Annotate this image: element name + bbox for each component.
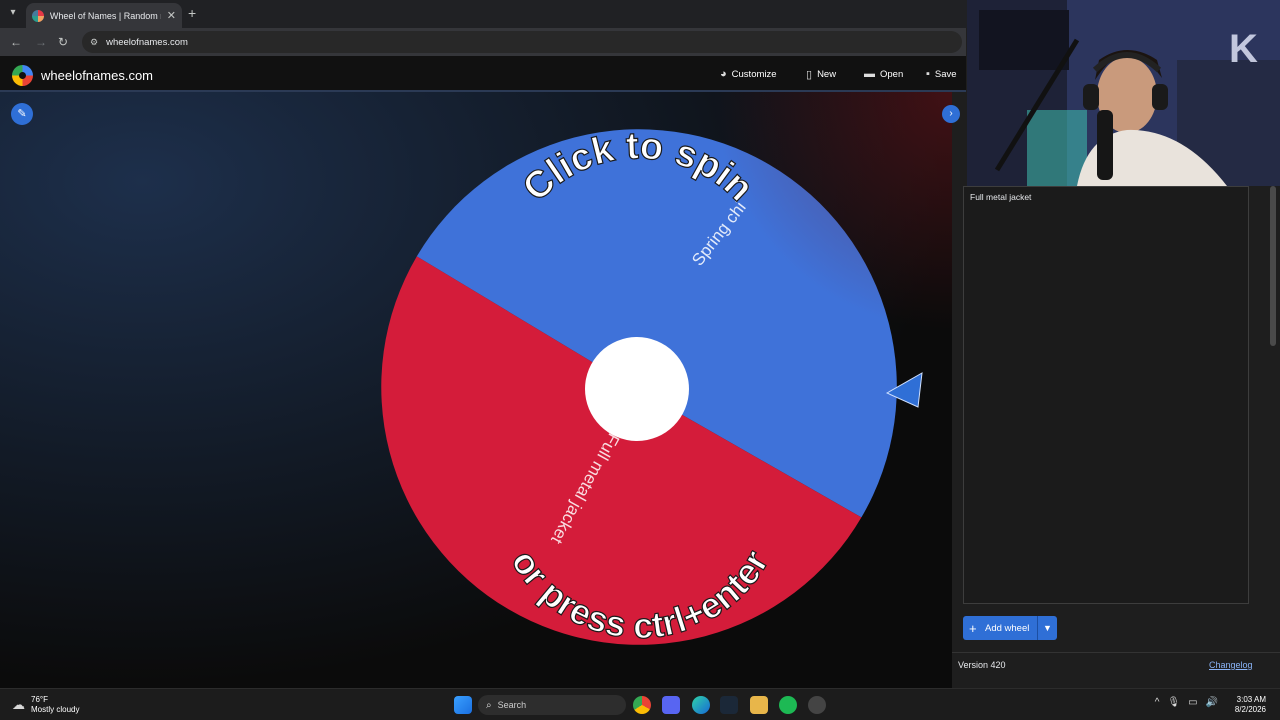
site-info-icon[interactable]: ⚙ <box>90 37 98 48</box>
wheel-logo-icon <box>12 65 33 86</box>
new-label: New <box>817 69 837 80</box>
steam-icon[interactable] <box>720 696 738 714</box>
customize-label: Customize <box>731 68 777 80</box>
reload-icon[interactable]: ↻ <box>58 35 68 49</box>
favicon-icon <box>32 9 44 22</box>
save-button[interactable]: ▪ Save <box>926 68 957 80</box>
wheel-stage: ✎ Spring chi Full metal jacket Click to … <box>0 92 952 688</box>
browser-tab[interactable]: Wheel of Names | Random nam ✕ <box>26 3 182 28</box>
site-name: wheelofnames.com <box>41 68 153 83</box>
search-icon: ⌕ <box>486 699 492 711</box>
tab-list-chevron-icon[interactable]: ▾ <box>6 6 20 20</box>
file-icon: ▯ <box>806 69 813 81</box>
home-link[interactable]: wheelofnames.com <box>12 65 153 86</box>
start-windows-icon[interactable] <box>454 696 472 714</box>
entries-textarea[interactable]: Full metal jacket <box>963 186 1249 604</box>
webcam-overlay: K <box>967 0 1280 186</box>
weather-text: Mostly cloudy <box>31 705 80 714</box>
weather-widget[interactable]: ☁ 76°F Mostly cloudy <box>12 695 79 715</box>
panel-scrollbar[interactable] <box>1270 186 1276 346</box>
expand-chevron-icon[interactable]: › <box>942 105 960 123</box>
clock-time: 3:03 AM <box>1236 695 1266 704</box>
file-explorer-icon[interactable] <box>750 696 768 714</box>
clock[interactable]: 3:03 AM 8/2/2026 <box>1235 695 1266 715</box>
app-gear-icon[interactable] <box>808 696 826 714</box>
folder-icon: ▬ <box>864 68 875 80</box>
add-wheel-button[interactable]: + Add wheel ▼ <box>963 616 1057 640</box>
discord-icon[interactable] <box>662 696 680 714</box>
chrome-icon[interactable] <box>633 696 651 714</box>
spotify-icon[interactable] <box>779 696 797 714</box>
back-arrow-icon[interactable]: ← <box>10 35 22 49</box>
new-tab-plus-icon[interactable]: + <box>188 5 196 21</box>
app-header: wheelofnames.com ◕ Customize ▯ New ▬ Ope… <box>0 56 966 92</box>
forward-arrow-icon[interactable]: → <box>35 35 47 49</box>
svg-text:K: K <box>1229 27 1258 71</box>
open-label: Open <box>880 68 904 80</box>
clock-date: 8/2/2026 <box>1234 705 1266 714</box>
dropdown-caret-icon[interactable]: ▼ <box>1037 616 1057 640</box>
palette-icon: ◕ <box>720 68 727 80</box>
add-wheel-label: Add wheel <box>985 622 1030 634</box>
changelog-link[interactable]: Changelog <box>1209 660 1253 670</box>
version-text: Version 420 <box>958 660 1006 670</box>
wheel-center-hub <box>585 337 689 441</box>
save-label: Save <box>934 68 957 80</box>
open-button[interactable]: ▬ Open <box>864 68 903 80</box>
taskbar-search[interactable]: ⌕ Search <box>478 695 626 715</box>
plus-icon: + <box>969 620 977 636</box>
address-bar: ← → ↻ ⚙ wheelofnames.com <box>0 28 966 56</box>
temperature: 76°F <box>31 695 48 704</box>
wheel[interactable]: Spring chi Full metal jacket Click to sp… <box>0 92 952 688</box>
tray-chevron-icon[interactable]: ^ <box>1155 697 1160 708</box>
tab-close-icon[interactable]: ✕ <box>167 9 176 22</box>
microphone-icon[interactable]: 🎙 <box>1167 697 1180 708</box>
volume-icon[interactable]: 🔊 <box>1206 697 1218 708</box>
new-button[interactable]: ▯ New <box>806 68 836 81</box>
windows-taskbar: ☁ 76°F Mostly cloudy ⌕ Search ^ 🎙 ▭ 🔊 3:… <box>0 688 1280 720</box>
save-icon: ▪ <box>926 68 930 80</box>
streamer-webcam-image: K <box>967 0 1280 186</box>
cloud-icon: ☁ <box>12 697 25 712</box>
tab-title: Wheel of Names | Random nam <box>49 10 161 21</box>
list-item: Full metal jacket <box>970 192 1032 202</box>
url-omnibox[interactable]: ⚙ wheelofnames.com <box>82 31 962 53</box>
system-tray: ^ 🎙 ▭ 🔊 <box>1155 697 1218 708</box>
customize-button[interactable]: ◕ Customize <box>720 68 777 80</box>
panel-divider <box>952 652 1280 653</box>
url-text: wheelofnames.com <box>106 36 188 48</box>
edge-icon[interactable] <box>692 696 710 714</box>
search-label: Search <box>497 700 527 710</box>
network-icon[interactable]: ▭ <box>1188 697 1197 708</box>
